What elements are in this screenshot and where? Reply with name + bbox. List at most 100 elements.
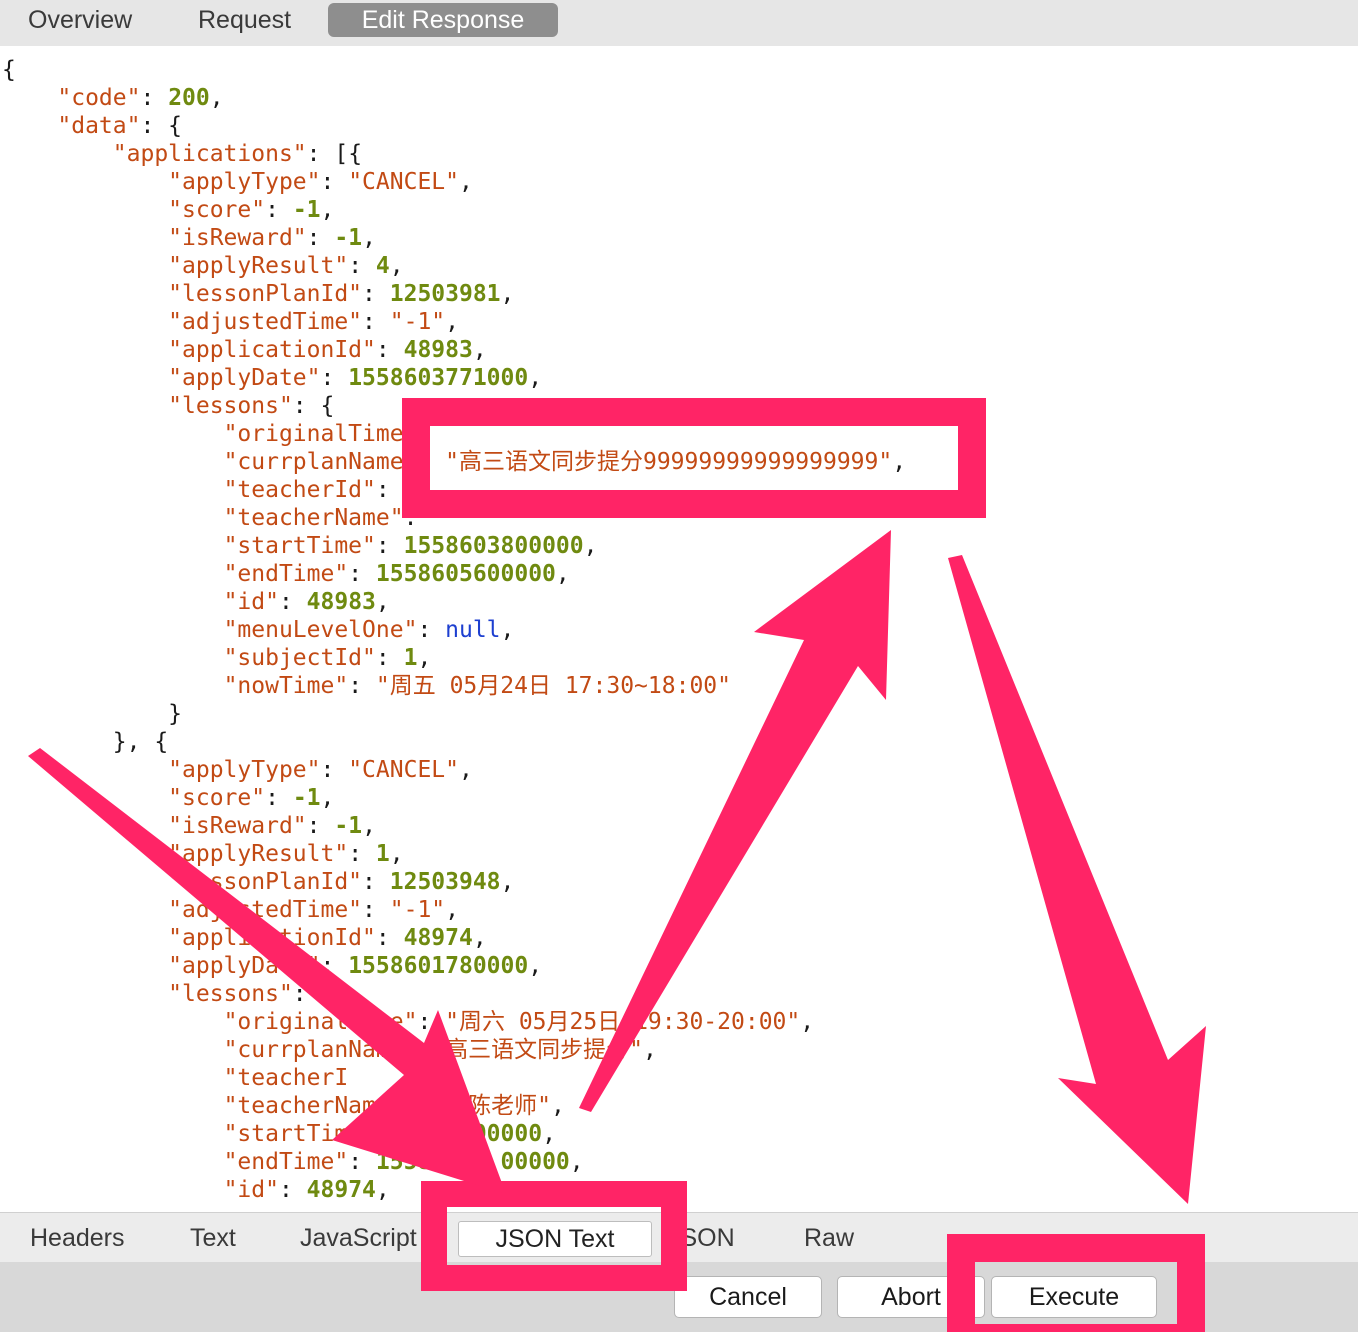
json-key: "applicationId"	[168, 925, 376, 951]
tab-text[interactable]: Text	[190, 1221, 236, 1255]
json-key: "originalTime"	[223, 1009, 418, 1035]
json-key: "id"	[223, 1177, 279, 1203]
json-number: 48974	[306, 1177, 376, 1203]
json-punct: :	[348, 1149, 376, 1175]
json-number: -1	[334, 225, 363, 251]
json-key: "adjustedTime"	[168, 309, 363, 335]
code-line: }	[2, 701, 182, 727]
json-key: "applyResult"	[168, 253, 349, 279]
json-key: "teacherName"	[223, 505, 404, 531]
json-number: 200	[168, 85, 210, 111]
code-line: "score": -1,	[2, 785, 334, 811]
json-punct: : {	[140, 113, 183, 139]
json-punct: ,	[800, 1009, 815, 1035]
code-line: "startTim 83800000,	[2, 1121, 556, 1147]
execute-button[interactable]: Execute	[991, 1276, 1157, 1318]
tab-raw[interactable]: Raw	[804, 1221, 854, 1255]
json-punct: ,	[362, 225, 376, 251]
json-key: "startTim	[223, 1121, 349, 1147]
json-punct: :	[375, 645, 404, 671]
json-punct	[348, 1121, 431, 1147]
json-punct: :	[362, 309, 390, 335]
code-line: "id": 48983,	[2, 589, 390, 615]
json-punct: :	[375, 337, 404, 363]
json-punct: :	[375, 925, 404, 951]
json-number: 1558601780000	[348, 953, 529, 979]
tab-json[interactable]: JSON	[668, 1221, 735, 1255]
json-punct	[348, 1065, 403, 1091]
json-punct: :	[403, 505, 418, 531]
json-number: 83800000	[431, 1121, 543, 1147]
code-line: "isReward": -1,	[2, 813, 376, 839]
json-punct: ,	[500, 281, 515, 307]
code-line: "lessonPlanId": 12503981,	[2, 281, 514, 307]
code-line: "applyResult": 1,	[2, 841, 403, 867]
json-punct: :	[348, 253, 376, 279]
json-punct: :	[320, 953, 349, 979]
json-punct: ,	[551, 1093, 565, 1119]
tab-edit-response[interactable]: Edit Response	[328, 3, 558, 37]
code-line: "endTime": 1558605600000,	[2, 561, 570, 587]
tab-headers[interactable]: Headers	[30, 1221, 125, 1255]
action-bar: Cancel Abort Execute	[0, 1262, 1358, 1332]
json-key: "applyResult"	[168, 841, 349, 867]
json-punct: :	[265, 197, 293, 223]
json-punct: :	[362, 869, 390, 895]
json-punct: ,	[389, 253, 404, 279]
json-punct: :	[362, 897, 390, 923]
json-punct: :	[278, 1177, 307, 1203]
json-number: 997	[403, 1065, 446, 1091]
json-punct: ,	[542, 1121, 556, 1147]
json-key: "originalTime	[223, 421, 404, 447]
json-key: "teacherNam	[223, 1093, 376, 1119]
code-line: "applyDate": 1558603771000,	[2, 365, 542, 391]
json-key: "isReward"	[168, 225, 307, 251]
tab-json-text[interactable]: JSON Text	[458, 1221, 652, 1257]
code-line: "endTime": 1558 00000,	[2, 1149, 584, 1175]
code-line: "applications": [{	[2, 141, 362, 167]
json-punct: :	[140, 85, 169, 111]
json-punct	[376, 1093, 445, 1119]
code-line: "applyType": "CANCEL",	[2, 757, 473, 783]
json-punct: ,	[500, 617, 515, 643]
cancel-button[interactable]: Cancel	[674, 1276, 822, 1318]
json-number: 1558	[375, 1149, 432, 1175]
json-punct: ,	[528, 365, 543, 391]
json-punct: :	[265, 785, 293, 811]
tab-overview[interactable]: Overview	[28, 3, 132, 37]
response-editor[interactable]: { "code": 200, "data": { "applications":…	[0, 46, 1358, 1212]
json-punct: ,	[528, 953, 543, 979]
json-punct: ,	[417, 645, 432, 671]
json-key: "adjustedTime"	[168, 897, 363, 923]
tab-javascript[interactable]: JavaScript	[300, 1221, 417, 1255]
json-punct: :	[362, 281, 390, 307]
json-punct: ,	[643, 1037, 657, 1063]
json-punct	[404, 449, 446, 475]
tab-request[interactable]: Request	[198, 3, 291, 37]
json-punct: ,	[458, 757, 473, 783]
json-code[interactable]: { "code": 200, "data": { "applications":…	[2, 56, 906, 1204]
json-key: "teacherId"	[223, 477, 376, 503]
json-punct: ,	[583, 533, 598, 559]
code-line: "lessons": {	[2, 981, 334, 1007]
json-string: "CANCEL"	[348, 757, 459, 783]
abort-button[interactable]: Abort	[837, 1276, 985, 1318]
code-line: }, {	[2, 729, 168, 755]
code-line: "id": 48974,	[2, 1177, 390, 1203]
code-line: "subjectId": 1,	[2, 645, 432, 671]
json-key: "id"	[223, 589, 279, 615]
json-key: "endTime"	[223, 561, 349, 587]
code-line: "startTime": 1558603800000,	[2, 533, 598, 559]
json-punct: ,	[320, 197, 335, 223]
json-punct: :	[278, 589, 307, 615]
json-string: "周六 05月25日 19:30-20:00"	[445, 1009, 801, 1035]
json-punct: : {	[292, 393, 335, 419]
json-number: 48983	[306, 589, 376, 615]
view-tab-bar: Headers Text JavaScript JSON Text JSON R…	[0, 1212, 1358, 1263]
json-number: 1	[375, 841, 390, 867]
json-key: "startTime"	[223, 533, 376, 559]
json-key: "teacherI	[223, 1065, 349, 1091]
json-key: "endTime"	[223, 1149, 349, 1175]
code-line: "applyDate": 1558601780000,	[2, 953, 542, 979]
code-line: "score": -1,	[2, 197, 334, 223]
